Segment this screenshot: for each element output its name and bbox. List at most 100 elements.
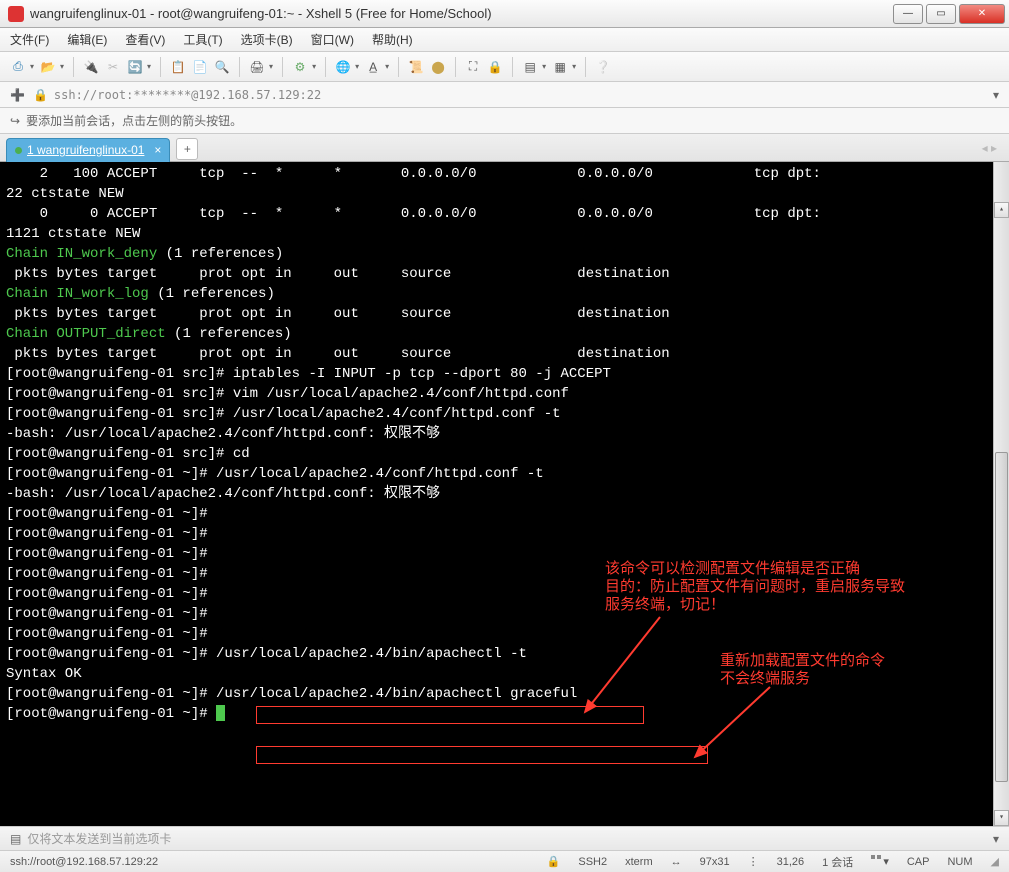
fullscreen-icon[interactable]: ⛶: [465, 59, 481, 75]
menu-tools[interactable]: 工具(T): [183, 31, 222, 48]
disconnect-icon[interactable]: ✂: [105, 59, 121, 75]
toolbar-separator: [160, 57, 161, 77]
help-icon[interactable]: ❔: [595, 59, 611, 75]
tile-v-icon[interactable]: ▦: [552, 59, 568, 75]
toolbar: ⎙▾ 📂▾ 🔌 ✂ 🔄▾ 📋 📄 🔍 🖨▾ ⚙▾ 🌐▾ A̲▾ 📜 ⬤ ⛶ 🔒 …: [0, 52, 1009, 82]
status-term: xterm: [625, 856, 653, 868]
globe-icon[interactable]: 🌐: [335, 59, 351, 75]
toolbar-separator: [512, 57, 513, 77]
menu-tabs[interactable]: 选项卡(B): [241, 31, 293, 48]
terminal-scrollbar[interactable]: ▴ ▾: [993, 162, 1009, 826]
terminal-line: Chain IN_work_log (1 references): [6, 284, 1003, 304]
menu-file[interactable]: 文件(F): [10, 31, 49, 48]
address-bar: ➕ 🔒 ssh://root:********@192.168.57.129:2…: [0, 82, 1009, 108]
status-pos: 31,26: [777, 856, 805, 868]
find-icon[interactable]: 🔍: [214, 59, 230, 75]
info-bar: ↪ 要添加当前会话，点击左侧的箭头按钮。: [0, 108, 1009, 134]
send-menu-icon[interactable]: ▾: [993, 832, 999, 846]
status-proto-icon: 🔒: [547, 855, 561, 868]
reconnect-icon[interactable]: 🔄: [127, 59, 143, 75]
status-bar: ssh://root@192.168.57.129:22 🔒 SSH2 xter…: [0, 850, 1009, 872]
script-icon[interactable]: 📜: [408, 59, 424, 75]
tab-bar: 1 wangruifenglinux-01 × + ◂ ▸: [0, 134, 1009, 162]
toolbar-separator: [585, 57, 586, 77]
menu-help[interactable]: 帮助(H): [372, 31, 413, 48]
menu-window[interactable]: 窗口(W): [311, 31, 354, 48]
scroll-up-icon[interactable]: ▴: [994, 202, 1009, 218]
annotation-check-config: 该命令可以检测配置文件编辑是否正确 目的：防止配置文件有问题时，重启服务导致 服…: [605, 560, 925, 614]
terminal-line: 0 0 ACCEPT tcp -- * * 0.0.0.0/0 0.0.0.0/…: [6, 204, 1003, 224]
window-title: wangruifenglinux-01 - root@wangruifeng-0…: [30, 6, 890, 21]
toolbar-separator: [239, 57, 240, 77]
window-titlebar: wangruifenglinux-01 - root@wangruifeng-0…: [0, 0, 1009, 28]
close-button[interactable]: ✕: [959, 4, 1005, 24]
send-text: 仅将文本发送到当前选项卡: [27, 830, 993, 847]
status-pos-icon: ⋮: [748, 855, 759, 868]
tile-h-icon[interactable]: ▤: [522, 59, 538, 75]
terminal-line: pkts bytes target prot opt in out source…: [6, 264, 1003, 284]
tab-status-dot: [15, 147, 22, 154]
toolbar-separator: [398, 57, 399, 77]
app-icon: [8, 6, 24, 22]
menu-bar: 文件(F) 编辑(E) 查看(V) 工具(T) 选项卡(B) 窗口(W) 帮助(…: [0, 28, 1009, 52]
menu-edit[interactable]: 编辑(E): [67, 31, 107, 48]
send-bar: ▤ 仅将文本发送到当前选项卡 ▾: [0, 826, 1009, 850]
lock-icon[interactable]: 🔒: [487, 59, 503, 75]
status-proto: SSH2: [578, 856, 607, 868]
terminal-line: [root@wangruifeng-01 ~]#: [6, 524, 1003, 544]
address-add-icon[interactable]: ➕: [10, 88, 25, 102]
address-dropdown-icon[interactable]: ▾: [993, 88, 999, 102]
terminal-line: Chain IN_work_deny (1 references): [6, 244, 1003, 264]
address-text[interactable]: ssh://root:********@192.168.57.129:22: [54, 88, 993, 102]
terminal-line: 2 100 ACCEPT tcp -- * * 0.0.0.0/0 0.0.0.…: [6, 164, 1003, 184]
scroll-down-icon[interactable]: ▾: [994, 810, 1009, 826]
tab-label: 1 wangruifenglinux-01: [27, 143, 144, 157]
resize-grip-icon[interactable]: ◢: [991, 855, 999, 868]
scroll-thumb[interactable]: [995, 452, 1008, 782]
status-connection: ssh://root@192.168.57.129:22: [10, 856, 158, 868]
copy-icon[interactable]: 📋: [170, 59, 186, 75]
terminal-cursor: [216, 705, 225, 721]
session-tab[interactable]: 1 wangruifenglinux-01 ×: [6, 138, 170, 162]
terminal-line: pkts bytes target prot opt in out source…: [6, 304, 1003, 324]
terminal-line: [root@wangruifeng-01 src]# vim /usr/loca…: [6, 384, 1003, 404]
status-num: NUM: [947, 856, 972, 868]
status-size-icon: ↔: [671, 856, 682, 868]
minimize-button[interactable]: —: [893, 4, 923, 24]
terminal-line: -bash: /usr/local/apache2.4/conf/httpd.c…: [6, 484, 1003, 504]
arrow-session-icon[interactable]: ↪: [10, 114, 20, 128]
terminal-line: Chain OUTPUT_direct (1 references): [6, 324, 1003, 344]
highlight-icon[interactable]: ⬤: [430, 59, 446, 75]
toolbar-separator: [325, 57, 326, 77]
send-icon[interactable]: ▤: [10, 832, 21, 846]
status-cap: CAP: [907, 856, 930, 868]
annotation-graceful: 重新加载配置文件的命令 不会终端服务: [720, 652, 940, 688]
terminal[interactable]: 2 100 ACCEPT tcp -- * * 0.0.0.0/0 0.0.0.…: [0, 162, 1009, 826]
tab-nav-arrows[interactable]: ◂ ▸: [982, 141, 1003, 155]
toolbar-separator: [282, 57, 283, 77]
tab-close-icon[interactable]: ×: [154, 143, 161, 157]
toolbar-separator: [455, 57, 456, 77]
terminal-line: pkts bytes target prot opt in out source…: [6, 344, 1003, 364]
terminal-line: [root@wangruifeng-01 ~]# /usr/local/apac…: [6, 464, 1003, 484]
connect-icon[interactable]: 🔌: [83, 59, 99, 75]
window-controls: — ▭ ✕: [890, 4, 1005, 24]
toolbar-separator: [73, 57, 74, 77]
status-session-menu-icon[interactable]: ▾: [871, 855, 889, 868]
terminal-line: 22 ctstate NEW: [6, 184, 1003, 204]
print-icon[interactable]: 🖨: [249, 59, 265, 75]
menu-view[interactable]: 查看(V): [125, 31, 165, 48]
terminal-line: [root@wangruifeng-01 src]# iptables -I I…: [6, 364, 1003, 384]
maximize-button[interactable]: ▭: [926, 4, 956, 24]
new-tab-button[interactable]: +: [176, 138, 198, 160]
paste-icon[interactable]: 📄: [192, 59, 208, 75]
font-icon[interactable]: A̲: [365, 59, 381, 75]
new-session-icon[interactable]: ⎙: [10, 59, 26, 75]
highlight-box-apachectl-t: [256, 706, 644, 724]
terminal-line: [root@wangruifeng-01 src]# cd: [6, 444, 1003, 464]
status-size: 97x31: [700, 856, 730, 868]
open-icon[interactable]: 📂: [40, 59, 56, 75]
lock-icon: 🔒: [33, 88, 48, 102]
properties-icon[interactable]: ⚙: [292, 59, 308, 75]
terminal-line: [root@wangruifeng-01 ~]#: [6, 624, 1003, 644]
